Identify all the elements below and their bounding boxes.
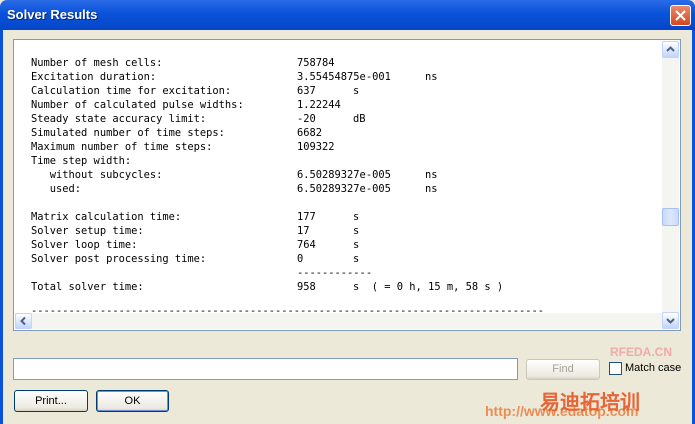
title-bar[interactable]: Solver Results — [0, 0, 695, 30]
watermark-site: RFEDA.CN — [610, 345, 672, 359]
result-unit: s — [353, 239, 360, 251]
solver-results-dialog: Solver Results Number of mesh cells: 7587… — [0, 0, 695, 424]
result-row: Steady state accuracy limit: -20 dB — [31, 112, 661, 126]
result-row: Matrix calculation time: 177 s — [31, 210, 661, 224]
result-row: ------------ — [31, 266, 661, 280]
ok-button[interactable]: OK — [96, 390, 169, 412]
scroll-up-button[interactable] — [662, 41, 679, 58]
result-unit: ns — [425, 169, 438, 181]
result-value: 3.55454875e-001 — [297, 71, 391, 83]
scroll-left-button[interactable] — [15, 313, 32, 329]
print-button[interactable]: Print... — [14, 390, 88, 412]
chevron-down-icon — [666, 318, 675, 324]
result-unit: s — [353, 253, 360, 265]
result-label: Time step width: — [31, 155, 132, 167]
result-row: Solver post processing time: 0 s — [31, 252, 661, 266]
result-unit: s ( = 0 h, 15 m, 58 s ) — [353, 281, 504, 293]
result-label: Matrix calculation time: — [31, 211, 182, 223]
result-value: 1.22244 — [297, 99, 341, 111]
result-label: Maximum number of time steps: — [31, 141, 213, 153]
result-label: without subcycles: — [31, 169, 163, 181]
result-unit: ns — [425, 71, 438, 83]
result-unit: s — [353, 225, 360, 237]
result-label: Solver loop time: — [31, 239, 138, 251]
result-row: Number of mesh cells: 758784 — [31, 56, 661, 70]
result-value: 6.50289327e-005 — [297, 183, 391, 195]
result-label: used: — [31, 183, 82, 195]
result-unit: s — [353, 211, 360, 223]
result-row: Excitation duration: 3.55454875e-001 ns — [31, 70, 661, 84]
window-frame-left — [0, 30, 3, 424]
result-row: Calculation time for excitation: 637 s — [31, 84, 661, 98]
result-label: Calculation time for excitation: — [31, 85, 232, 97]
results-text-area[interactable]: Number of mesh cells: 758784 Excitation du… — [13, 39, 681, 331]
result-value: 17 — [297, 225, 310, 237]
result-row: used: 6.50289327e-005 ns — [31, 182, 661, 196]
result-row: Number of calculated pulse widths: 1.2224… — [31, 98, 661, 112]
result-unit: ns — [425, 183, 438, 195]
result-value: 177 — [297, 211, 316, 223]
result-value: 6.50289327e-005 — [297, 169, 391, 181]
result-row: without subcycles: 6.50289327e-005 ns — [31, 168, 661, 182]
result-value: 109322 — [297, 141, 335, 153]
result-label: Solver setup time: — [31, 225, 144, 237]
horizontal-scrollbar[interactable] — [15, 313, 662, 329]
chevron-up-icon — [666, 46, 675, 52]
result-label: Number of mesh cells: — [31, 57, 163, 69]
results-content: Number of mesh cells: 758784 Excitation du… — [31, 56, 661, 326]
result-value: 0 — [297, 253, 304, 265]
result-row: Total solver time: 958 s ( = 0 h, 15 m, 58… — [31, 280, 661, 294]
scroll-down-button[interactable] — [662, 312, 679, 329]
result-value: 637 — [297, 85, 316, 97]
result-label: Simulated number of time steps: — [31, 127, 225, 139]
match-case-label: Match case — [625, 362, 682, 374]
result-row: Maximum number of time steps: 109322 — [31, 140, 661, 154]
result-label: Total solver time: — [31, 281, 144, 293]
window-title: Solver Results — [7, 7, 98, 22]
result-row: Simulated number of time steps: 6682 — [31, 126, 661, 140]
result-value: ------------ — [297, 267, 373, 279]
result-value: 758784 — [297, 57, 335, 69]
result-value: 764 — [297, 239, 316, 251]
result-row — [31, 196, 661, 210]
result-label: Number of calculated pulse widths: — [31, 99, 244, 111]
result-row: Solver setup time: 17 s — [31, 224, 661, 238]
chevron-left-icon — [20, 316, 26, 326]
match-case-checkbox[interactable] — [609, 362, 622, 375]
find-button[interactable]: Find — [526, 359, 600, 380]
watermark-url: http://www.edatop.com — [485, 403, 639, 419]
result-unit: s — [353, 85, 360, 97]
close-button[interactable] — [670, 5, 691, 26]
close-icon — [675, 10, 686, 21]
result-value: -20 — [297, 113, 316, 125]
result-value: 6682 — [297, 127, 323, 139]
result-value: 958 — [297, 281, 316, 293]
vertical-scroll-thumb[interactable] — [662, 208, 679, 226]
result-label: Solver post processing time: — [31, 253, 207, 265]
result-label: Steady state accuracy limit: — [31, 113, 207, 125]
find-input[interactable] — [13, 358, 518, 380]
result-label: Excitation duration: — [31, 71, 157, 83]
vertical-scrollbar[interactable] — [662, 41, 679, 329]
result-unit: dB — [353, 113, 366, 125]
result-row: Solver loop time: 764 s — [31, 238, 661, 252]
result-row: Time step width: — [31, 154, 661, 168]
